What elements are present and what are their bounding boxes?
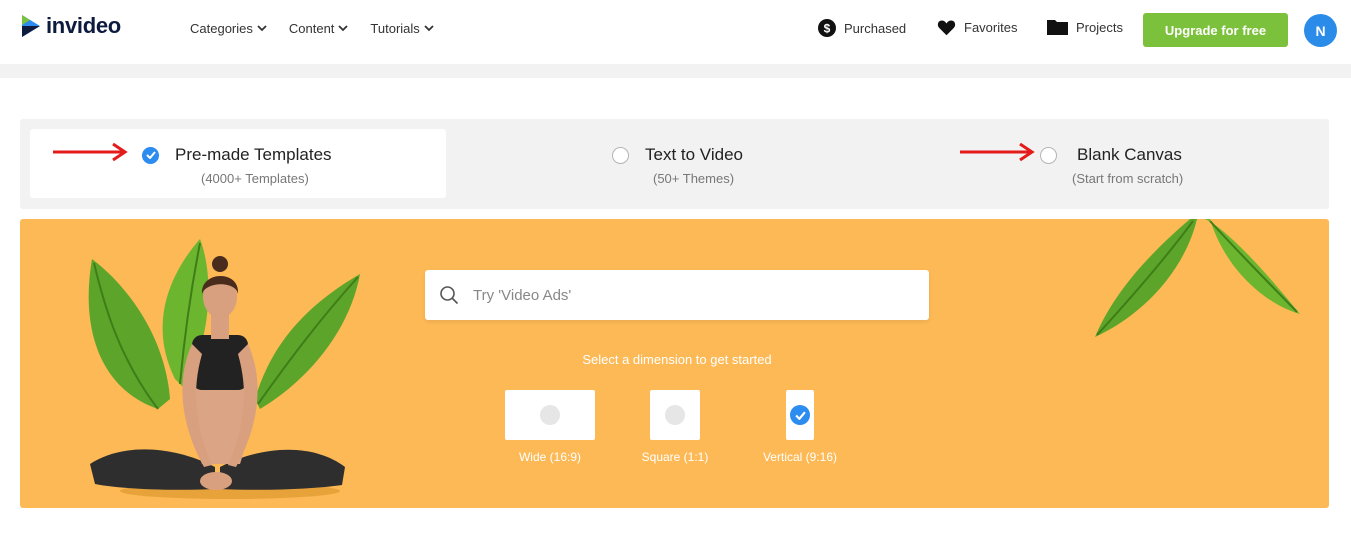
dimension-wide-option[interactable] — [505, 390, 595, 440]
projects-label: Projects — [1076, 19, 1123, 35]
mode-blank-title: Blank Canvas — [1077, 145, 1182, 164]
dimension-vertical-option[interactable] — [786, 390, 814, 440]
dimension-prompt: Select a dimension to get started — [582, 352, 772, 367]
invideo-logo[interactable]: invideo — [20, 13, 121, 39]
nav-tutorials[interactable]: Tutorials — [370, 21, 434, 36]
radio-unchecked-icon — [665, 405, 685, 425]
search-input[interactable] — [473, 286, 893, 304]
mode-premade-subtitle: (4000+ Templates) — [201, 171, 309, 186]
mode-premade-title: Pre-made Templates — [175, 145, 332, 164]
mode-text-to-video-subtitle: (50+ Themes) — [653, 171, 735, 186]
nav-content[interactable]: Content — [289, 21, 349, 36]
heart-icon — [937, 20, 956, 36]
radio-unchecked-icon[interactable] — [1040, 146, 1057, 164]
favorites-link[interactable]: Favorites — [937, 19, 1017, 36]
nav-content-label: Content — [288, 21, 335, 36]
dimension-square-option[interactable] — [650, 390, 700, 440]
radio-checked-icon[interactable] — [142, 146, 159, 164]
nav-tutorials-label: Tutorials — [370, 21, 420, 36]
chevron-down-icon — [338, 25, 349, 32]
leaves-decoration — [1095, 219, 1300, 337]
creation-mode-selector: Pre-made Templates (4000+ Templates) Tex… — [20, 119, 1329, 209]
favorites-label: Favorites — [964, 20, 1018, 35]
radio-unchecked-icon[interactable] — [612, 146, 629, 164]
folder-icon — [1047, 20, 1068, 35]
dimension-wide-label: Wide (16:9) — [518, 450, 582, 464]
yoga-woman-illustration — [88, 239, 360, 499]
upgrade-button[interactable]: Upgrade for free — [1143, 13, 1288, 47]
mode-text-to-video-title: Text to Video — [645, 145, 743, 164]
purchased-link[interactable]: $ Purchased — [818, 19, 906, 37]
projects-link[interactable]: Projects — [1047, 19, 1123, 35]
template-search-box[interactable] — [425, 270, 929, 320]
chevron-down-icon — [257, 25, 267, 32]
top-header: invideo Categories Content Tutorials $ P… — [0, 0, 1351, 64]
template-search-banner: Select a dimension to get started Wide (… — [20, 219, 1329, 508]
dimension-square-label: Square (1:1) — [641, 450, 709, 464]
mode-blank-canvas[interactable]: Blank Canvas (Start from scratch) — [892, 129, 1308, 198]
dollar-icon: $ — [818, 19, 836, 37]
nav-categories[interactable]: Categories — [190, 21, 267, 36]
mode-premade-templates[interactable]: Pre-made Templates (4000+ Templates) — [30, 129, 446, 198]
main-nav: Categories Content Tutorials — [190, 21, 456, 36]
user-avatar[interactable]: N — [1304, 14, 1337, 47]
logo-text: invideo — [46, 13, 121, 38]
play-logo-icon — [22, 15, 40, 37]
red-arrow-icon — [53, 143, 128, 161]
mode-text-to-video[interactable]: Text to Video (50+ Themes) — [466, 129, 882, 198]
dimension-vertical-label: Vertical (9:16) — [762, 450, 838, 464]
nav-categories-label: Categories — [190, 21, 253, 36]
purchased-label: Purchased — [844, 20, 907, 36]
header-divider — [0, 64, 1351, 78]
mode-blank-subtitle: (Start from scratch) — [1072, 171, 1184, 186]
radio-checked-icon — [790, 405, 810, 425]
red-arrow-icon — [960, 143, 1035, 161]
chevron-down-icon — [424, 25, 434, 32]
radio-unchecked-icon — [540, 405, 560, 425]
search-icon — [440, 286, 459, 305]
svg-text:$: $ — [824, 22, 831, 36]
